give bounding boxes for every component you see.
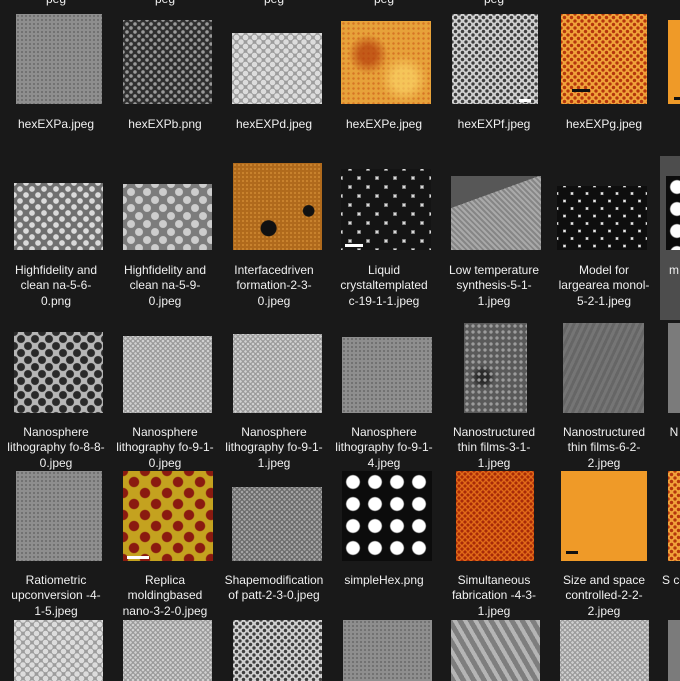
file-name-label: hexEXPe.jpeg bbox=[345, 117, 423, 131]
file-name-label: Highfidelity and clean na-5-9-0.jpeg bbox=[123, 263, 207, 308]
scale-bar bbox=[127, 556, 149, 559]
scale-bar bbox=[519, 99, 531, 102]
image-thumbnail-icon bbox=[668, 20, 680, 104]
image-thumbnail-icon bbox=[666, 176, 680, 250]
file-grid: pegpegpegpegpeghexEXPa.jpeghexEXPb.pnghe… bbox=[0, 0, 680, 681]
image-thumbnail-icon bbox=[342, 471, 432, 561]
image-thumbnail-icon bbox=[668, 471, 680, 561]
image-thumbnail-icon bbox=[14, 183, 103, 250]
image-thumbnail-icon bbox=[123, 471, 213, 561]
file-name-label: Low temperature synthesis-5-1-1.jpeg bbox=[448, 263, 540, 308]
image-thumbnail-icon bbox=[452, 14, 538, 104]
scale-bar bbox=[566, 551, 578, 554]
file-name-label: Interfacedriven formation-2-3-0.jpeg bbox=[234, 263, 314, 308]
image-thumbnail-icon bbox=[456, 471, 534, 561]
image-thumbnail-icon bbox=[464, 323, 527, 413]
file-name-label: hexEXPg.jpeg bbox=[565, 117, 643, 131]
file-name-label: hexEXPf.jpeg bbox=[457, 117, 531, 131]
file-name-label: m bbox=[669, 263, 679, 277]
image-thumbnail-icon bbox=[557, 186, 647, 250]
file-name-label: Liquid crystaltemplated c-19-1-1.jpeg bbox=[340, 263, 428, 308]
image-thumbnail-icon bbox=[341, 21, 431, 104]
scale-bar bbox=[674, 97, 680, 100]
image-thumbnail-icon bbox=[342, 337, 432, 413]
scale-bar bbox=[572, 89, 590, 92]
image-thumbnail-icon bbox=[123, 336, 212, 413]
image-thumbnail-icon bbox=[14, 332, 103, 413]
file-name-label: Shapemodification of patt-2-3-0.jpeg bbox=[224, 573, 324, 603]
image-thumbnail-icon bbox=[343, 620, 432, 681]
image-thumbnail-icon bbox=[14, 620, 103, 681]
image-thumbnail-icon bbox=[451, 620, 540, 681]
image-thumbnail-icon bbox=[341, 169, 431, 250]
image-thumbnail-icon bbox=[16, 471, 102, 561]
image-thumbnail-icon bbox=[123, 20, 212, 104]
image-thumbnail-icon bbox=[232, 487, 322, 561]
image-thumbnail-icon bbox=[668, 620, 680, 681]
image-thumbnail-icon bbox=[451, 176, 541, 250]
file-name-label: hexEXPb.png bbox=[128, 117, 202, 131]
image-thumbnail-icon bbox=[123, 184, 212, 250]
file-name-label: hexEXPa.jpeg bbox=[17, 117, 95, 131]
scale-bar bbox=[345, 244, 363, 247]
file-name-label: simpleHex.png bbox=[344, 573, 424, 587]
image-thumbnail-icon bbox=[233, 620, 322, 681]
image-thumbnail-icon bbox=[233, 334, 322, 413]
image-thumbnail-icon bbox=[561, 471, 647, 561]
file-name-label: Highfidelity and clean na-5-6-0.png bbox=[14, 263, 98, 308]
file-name-label: Model for largearea monol-5-2-1.jpeg bbox=[558, 263, 650, 308]
image-thumbnail-icon bbox=[16, 14, 102, 104]
image-thumbnail-icon bbox=[233, 163, 322, 250]
file-name-label: N bbox=[669, 425, 679, 439]
image-thumbnail-icon bbox=[668, 323, 680, 413]
file-name-label: S co bbox=[662, 573, 680, 587]
file-name-label: hexEXPd.jpeg bbox=[235, 117, 313, 131]
image-thumbnail-icon bbox=[232, 33, 322, 104]
image-thumbnail-icon bbox=[560, 620, 649, 681]
image-thumbnail-icon bbox=[123, 620, 212, 681]
image-thumbnail-icon bbox=[563, 323, 644, 413]
